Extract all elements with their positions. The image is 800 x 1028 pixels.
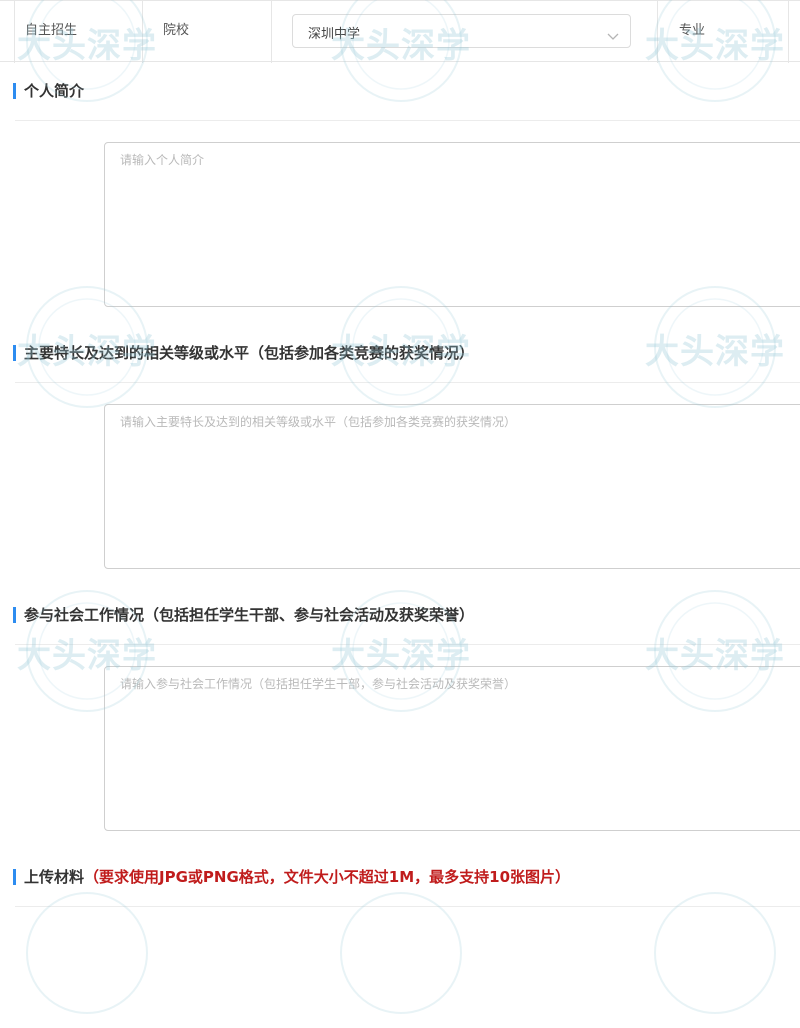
recruitment-type-label: 自主招生 bbox=[25, 23, 78, 38]
section-divider bbox=[15, 644, 800, 645]
row-divider bbox=[657, 1, 658, 63]
watermark bbox=[326, 878, 476, 1028]
section-accent-bar bbox=[13, 345, 16, 361]
school-select[interactable]: 深圳中学 bbox=[292, 14, 631, 48]
section-divider bbox=[15, 906, 800, 907]
intro-textarea[interactable]: 请输入个人简介 bbox=[104, 142, 800, 307]
section-divider bbox=[15, 120, 800, 121]
school-label: 院校 bbox=[163, 23, 190, 38]
watermark-text: 大头深学 bbox=[645, 332, 785, 372]
major-label: 专业 bbox=[679, 23, 706, 38]
social-work-placeholder: 请输入参与社会工作情况（包括担任学生干部，参与社会活动及获奖荣誉） bbox=[120, 677, 517, 691]
section-title-text: 主要特长及达到的相关等级或水平（包括参加各类竞赛的获奖情况） bbox=[24, 344, 475, 362]
section-title-specialties: 主要特长及达到的相关等级或水平（包括参加各类竞赛的获奖情况） bbox=[24, 343, 474, 363]
row-divider bbox=[788, 1, 789, 63]
section-title-social-work: 参与社会工作情况（包括担任学生干部、参与社会活动及获奖荣誉） bbox=[24, 605, 474, 625]
section-title-upload: 上传材料（要求使用JPG或PNG格式，文件大小不超过1M，最多支持10张图片） bbox=[24, 867, 570, 887]
specialties-placeholder: 请输入主要特长及达到的相关等级或水平（包括参加各类竞赛的获奖情况） bbox=[120, 415, 517, 429]
row-divider bbox=[271, 1, 272, 63]
intro-placeholder: 请输入个人简介 bbox=[120, 153, 205, 167]
row-divider bbox=[142, 1, 143, 63]
specialties-textarea[interactable]: 请输入主要特长及达到的相关等级或水平（包括参加各类竞赛的获奖情况） bbox=[104, 404, 800, 569]
section-divider bbox=[15, 382, 800, 383]
top-form-row: 自主招生 院校 深圳中学 专业 bbox=[0, 0, 800, 63]
section-accent-bar bbox=[13, 83, 16, 99]
section-accent-bar bbox=[13, 607, 16, 623]
section-title-text: 上传材料 bbox=[24, 868, 85, 886]
upload-requirements-hint: （要求使用JPG或PNG格式，文件大小不超过1M，最多支持10张图片） bbox=[84, 868, 571, 886]
section-title-text: 个人简介 bbox=[24, 82, 85, 100]
section-title-text: 参与社会工作情况（包括担任学生干部、参与社会活动及获奖荣誉） bbox=[24, 606, 475, 624]
section-title-intro: 个人简介 bbox=[24, 81, 84, 101]
chevron-down-icon[interactable] bbox=[607, 26, 619, 40]
watermark bbox=[640, 878, 790, 1028]
section-accent-bar bbox=[13, 869, 16, 885]
school-select-value: 深圳中学 bbox=[308, 27, 361, 42]
social-work-textarea[interactable]: 请输入参与社会工作情况（包括担任学生干部，参与社会活动及获奖荣誉） bbox=[104, 666, 800, 831]
row-divider bbox=[14, 1, 15, 63]
watermark bbox=[12, 878, 162, 1028]
